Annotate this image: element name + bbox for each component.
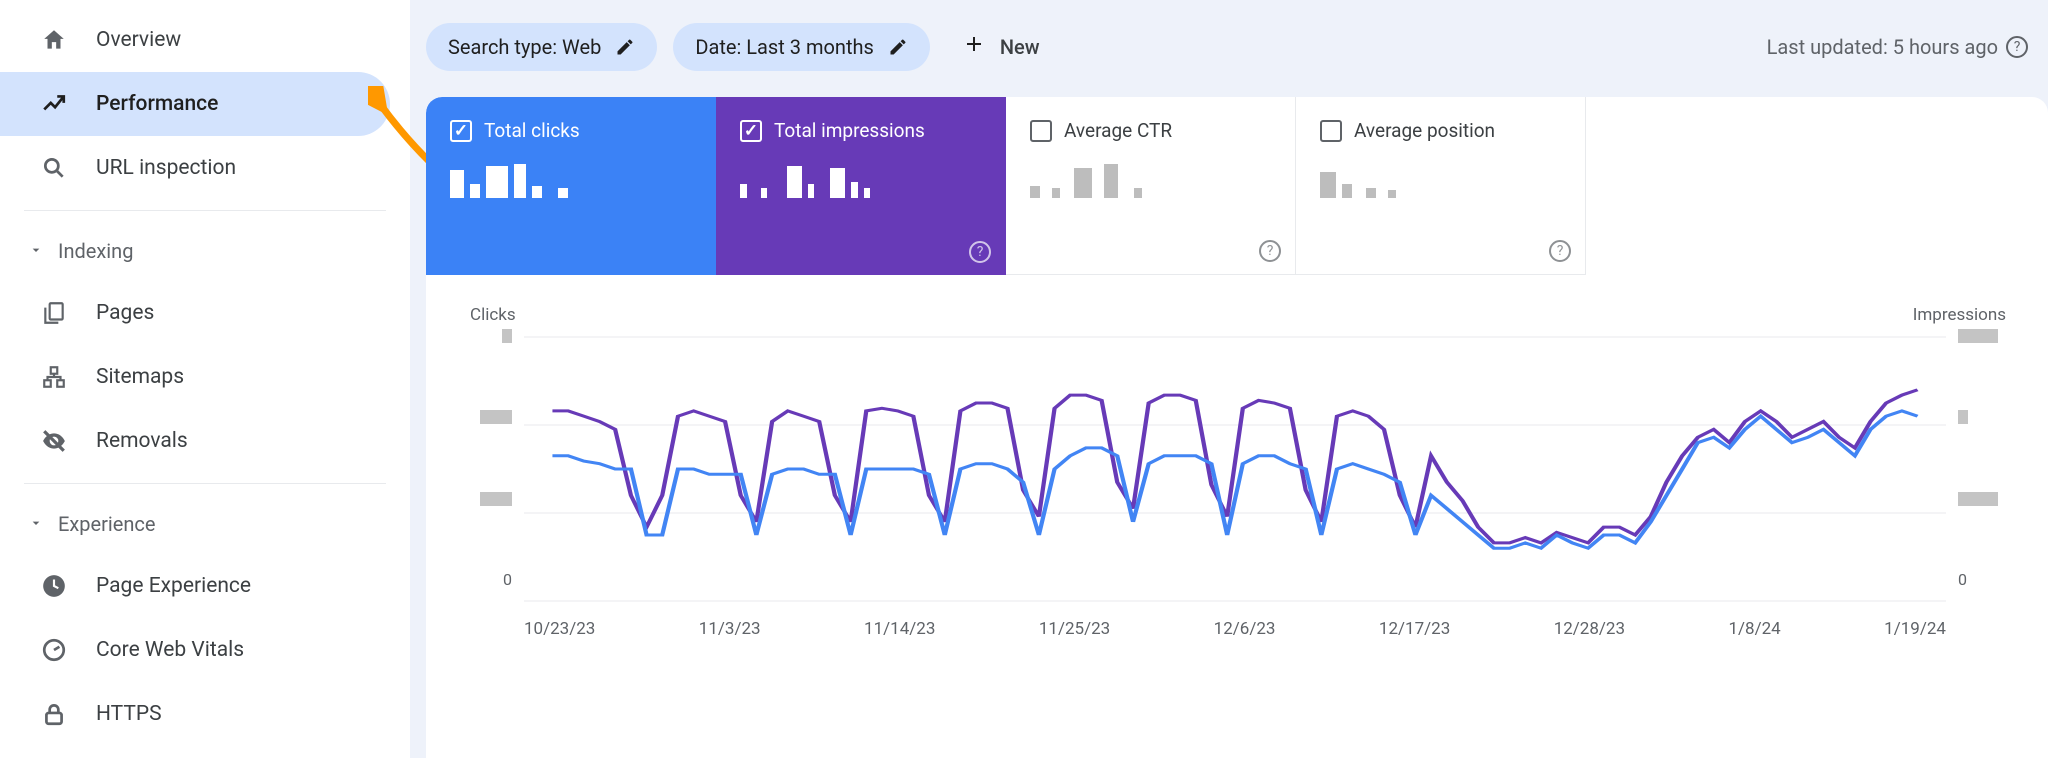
sidebar-group-experience[interactable]: Experience [0, 494, 410, 554]
new-filter-button[interactable]: New [946, 20, 1056, 73]
sitemaps-icon [40, 363, 68, 391]
lock-icon [40, 700, 68, 728]
help-icon[interactable]: ? [969, 241, 991, 263]
last-updated-text: Last updated: 5 hours ago [1767, 35, 1998, 59]
sidebar-item-sitemaps[interactable]: Sitemaps [0, 345, 390, 409]
x-tick: 1/19/24 [1884, 619, 1946, 639]
sidebar-group-indexing[interactable]: Indexing [0, 221, 410, 281]
y-axis-right-label: Impressions [1913, 305, 2006, 325]
checkbox-icon [740, 120, 762, 142]
sidebar-item-label: Performance [96, 92, 218, 116]
chip-search-type[interactable]: Search type: Web [426, 23, 657, 71]
sidebar-item-page-experience[interactable]: Page Experience [0, 554, 390, 618]
filter-bar: Search type: Web Date: Last 3 months New… [410, 20, 2048, 97]
metric-total-impressions[interactable]: Total impressions ? [716, 97, 1006, 275]
y-axis-right: 0 [1958, 327, 2012, 589]
plus-icon [962, 32, 986, 61]
y-tick-redacted [1958, 492, 1998, 506]
edit-icon [615, 37, 635, 57]
help-icon[interactable]: ? [1259, 240, 1281, 262]
sidebar-item-https[interactable]: HTTPS [0, 682, 390, 746]
chart-area: Clicks Impressions 0 0 [426, 275, 2048, 639]
x-tick: 12/28/23 [1554, 619, 1625, 639]
y-axis-left-label: Clicks [470, 305, 516, 325]
sidebar-item-label: Removals [96, 429, 188, 453]
y-tick-redacted [480, 410, 512, 424]
metric-label: Average position [1354, 119, 1495, 142]
main-content: Search type: Web Date: Last 3 months New… [410, 0, 2048, 758]
help-icon[interactable]: ? [2006, 36, 2028, 58]
group-label: Indexing [58, 239, 133, 263]
line-impressions [552, 390, 1917, 543]
checkbox-icon [450, 120, 472, 142]
metric-label: Total clicks [484, 119, 580, 142]
sidebar-item-performance[interactable]: Performance [0, 72, 390, 136]
chevron-down-icon [28, 239, 44, 263]
sidebar: Overview Performance URL inspection Inde… [0, 0, 410, 758]
metric-average-ctr[interactable]: Average CTR ? [1006, 97, 1296, 275]
divider [24, 483, 386, 484]
metric-average-position[interactable]: Average position ? [1296, 97, 1586, 275]
x-tick: 10/23/23 [524, 619, 595, 639]
sidebar-item-label: Page Experience [96, 574, 251, 598]
cwv-icon [40, 636, 68, 664]
sidebar-item-label: Core Web Vitals [96, 638, 244, 662]
performance-card: Total clicks Total impressions [426, 97, 2048, 758]
chip-label: Search type: Web [448, 35, 601, 59]
metric-row: Total clicks Total impressions [426, 97, 2048, 275]
sidebar-item-label: URL inspection [96, 156, 236, 180]
chip-date[interactable]: Date: Last 3 months [673, 23, 930, 71]
new-label: New [1000, 35, 1040, 59]
y-tick-redacted [1958, 329, 1998, 343]
sidebar-item-removals[interactable]: Removals [0, 409, 390, 473]
divider [24, 210, 386, 211]
sidebar-item-pages[interactable]: Pages [0, 281, 390, 345]
sidebar-item-label: Overview [96, 28, 181, 52]
page-experience-icon [40, 572, 68, 600]
sidebar-item-url-inspection[interactable]: URL inspection [0, 136, 390, 200]
sidebar-item-label: HTTPS [96, 702, 162, 726]
y-tick-redacted [1958, 410, 1968, 424]
pages-icon [40, 299, 68, 327]
metric-label: Total impressions [774, 119, 925, 142]
x-tick: 1/8/24 [1728, 619, 1780, 639]
sidebar-item-label: Sitemaps [96, 365, 184, 389]
metric-label: Average CTR [1064, 119, 1172, 142]
home-icon [40, 26, 68, 54]
y-tick-redacted [502, 329, 512, 343]
checkbox-icon [1030, 120, 1052, 142]
chip-label: Date: Last 3 months [695, 35, 874, 59]
metric-value-redacted [450, 158, 580, 198]
removals-icon [40, 427, 68, 455]
sidebar-item-core-web-vitals[interactable]: Core Web Vitals [0, 618, 390, 682]
x-tick: 11/25/23 [1039, 619, 1110, 639]
y-tick-zero: 0 [503, 570, 512, 589]
last-updated: Last updated: 5 hours ago ? [1767, 35, 2032, 59]
sidebar-item-overview[interactable]: Overview [0, 8, 390, 72]
y-tick-zero: 0 [1958, 570, 1967, 589]
help-icon[interactable]: ? [1549, 240, 1571, 262]
x-tick: 12/17/23 [1379, 619, 1450, 639]
metric-total-clicks[interactable]: Total clicks [426, 97, 716, 275]
y-axis-left: 0 [468, 327, 512, 589]
group-label: Experience [58, 512, 156, 536]
checkbox-icon [1320, 120, 1342, 142]
sidebar-item-label: Pages [96, 301, 154, 325]
metric-value-redacted [1320, 158, 1450, 198]
chart-plot[interactable] [524, 329, 1946, 609]
chevron-down-icon [28, 512, 44, 536]
x-axis: 10/23/23 11/3/23 11/14/23 11/25/23 12/6/23 12… [524, 609, 1946, 639]
x-tick: 11/3/23 [699, 619, 761, 639]
x-tick: 11/14/23 [864, 619, 935, 639]
y-tick-redacted [480, 492, 512, 506]
trend-icon [40, 90, 68, 118]
metric-value-redacted [740, 158, 870, 198]
search-icon [40, 154, 68, 182]
edit-icon [888, 37, 908, 57]
x-tick: 12/6/23 [1214, 619, 1276, 639]
metric-value-redacted [1030, 158, 1160, 198]
